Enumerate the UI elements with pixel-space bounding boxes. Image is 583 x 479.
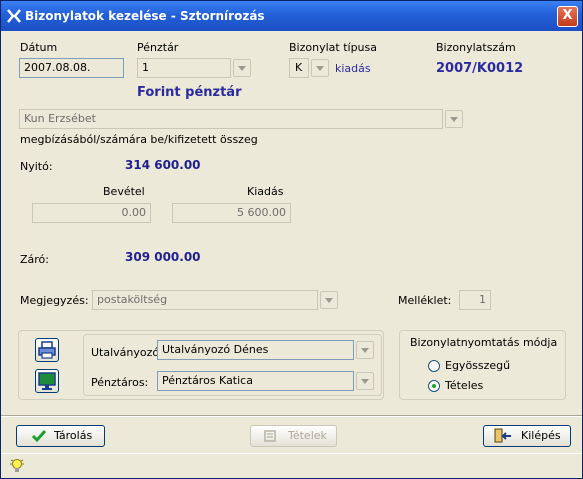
monitor-icon [38, 372, 56, 390]
items-button[interactable]: Tételek [250, 425, 337, 447]
exit-button[interactable]: Kilépés [483, 425, 571, 447]
cashier-select[interactable]: Pénztáros Katica [157, 371, 354, 391]
partner-select[interactable]: Kun Erzsébet [19, 109, 443, 129]
radio-lump-sum-label[interactable]: Egyösszegű [445, 359, 510, 372]
exit-button-label: Kilépés [521, 429, 561, 442]
attachment-label: Melléklet: [398, 294, 452, 307]
title-bar[interactable]: Bizonylatok kezelése - Sztornírozás X [1, 1, 582, 31]
close-button[interactable]: X [557, 6, 578, 27]
print-mode-title: Bizonylatnyomtatás módja [410, 336, 558, 349]
save-button-label: Tárolás [54, 429, 93, 442]
radio-itemized[interactable] [428, 380, 440, 392]
radio-itemized-label[interactable]: Tételes [445, 379, 483, 392]
save-button[interactable]: Tárolás [16, 425, 105, 447]
note-label: Megjegyzés: [20, 294, 89, 307]
partner-dropdown-button[interactable] [445, 110, 463, 128]
doctype-dropdown-button[interactable] [311, 59, 329, 77]
attachment-field[interactable]: 1 [459, 290, 491, 310]
income-label: Bevétel [103, 185, 145, 198]
income-field[interactable]: 0.00 [32, 203, 151, 223]
date-field[interactable]: 2007.08.08. [19, 58, 124, 78]
expense-label: Kiadás [247, 185, 284, 198]
printer-icon [38, 341, 56, 359]
cashdesk-select[interactable]: 1 [137, 58, 231, 78]
closing-label: Záró: [20, 253, 49, 266]
expense-field[interactable]: 5 600.00 [172, 203, 291, 223]
cashdesk-label: Pénztár [137, 41, 179, 54]
items-icon [264, 430, 276, 442]
date-label: Dátum [20, 41, 58, 54]
preview-button[interactable] [35, 369, 59, 393]
doctype-label: Bizonylat típusa [289, 41, 377, 54]
partner-caption: megbízásából/számára be/kifizetett össze… [20, 133, 258, 146]
exit-door-icon [494, 428, 511, 443]
checkmark-icon [31, 430, 47, 443]
radio-lump-sum[interactable] [428, 360, 440, 372]
docnum-label: Bizonylatszám [436, 41, 516, 54]
cashdesk-dropdown-button[interactable] [233, 59, 251, 77]
docnum-value: 2007/K0012 [436, 61, 524, 76]
status-bar [1, 453, 582, 478]
window-title: Bizonylatok kezelése - Sztornírozás [25, 9, 265, 23]
items-button-label: Tételek [288, 429, 327, 442]
app-icon [7, 9, 21, 23]
cashdesk-name: Forint pénztár [137, 85, 242, 100]
closing-value: 309 000.00 [125, 250, 201, 264]
opening-label: Nyitó: [20, 160, 53, 173]
note-dropdown-button[interactable] [320, 291, 338, 309]
approver-select[interactable]: Utalványozó Dénes [157, 340, 354, 360]
approver-dropdown-button[interactable] [356, 341, 374, 359]
opening-value: 314 600.00 [125, 158, 201, 172]
doctype-select[interactable]: K [289, 58, 309, 78]
separator-highlight [1, 416, 582, 417]
dialog-window: Bizonylatok kezelése - Sztornírozás X Dá… [0, 0, 583, 479]
cashier-dropdown-button[interactable] [356, 372, 374, 390]
doctype-text: kiadás [335, 62, 371, 75]
print-button[interactable] [35, 338, 59, 362]
approver-label: Utalványozó: [91, 346, 163, 359]
cashier-label: Pénztáros: [91, 376, 149, 389]
note-field[interactable]: postaköltség [92, 290, 318, 310]
lightbulb-icon [10, 459, 24, 472]
